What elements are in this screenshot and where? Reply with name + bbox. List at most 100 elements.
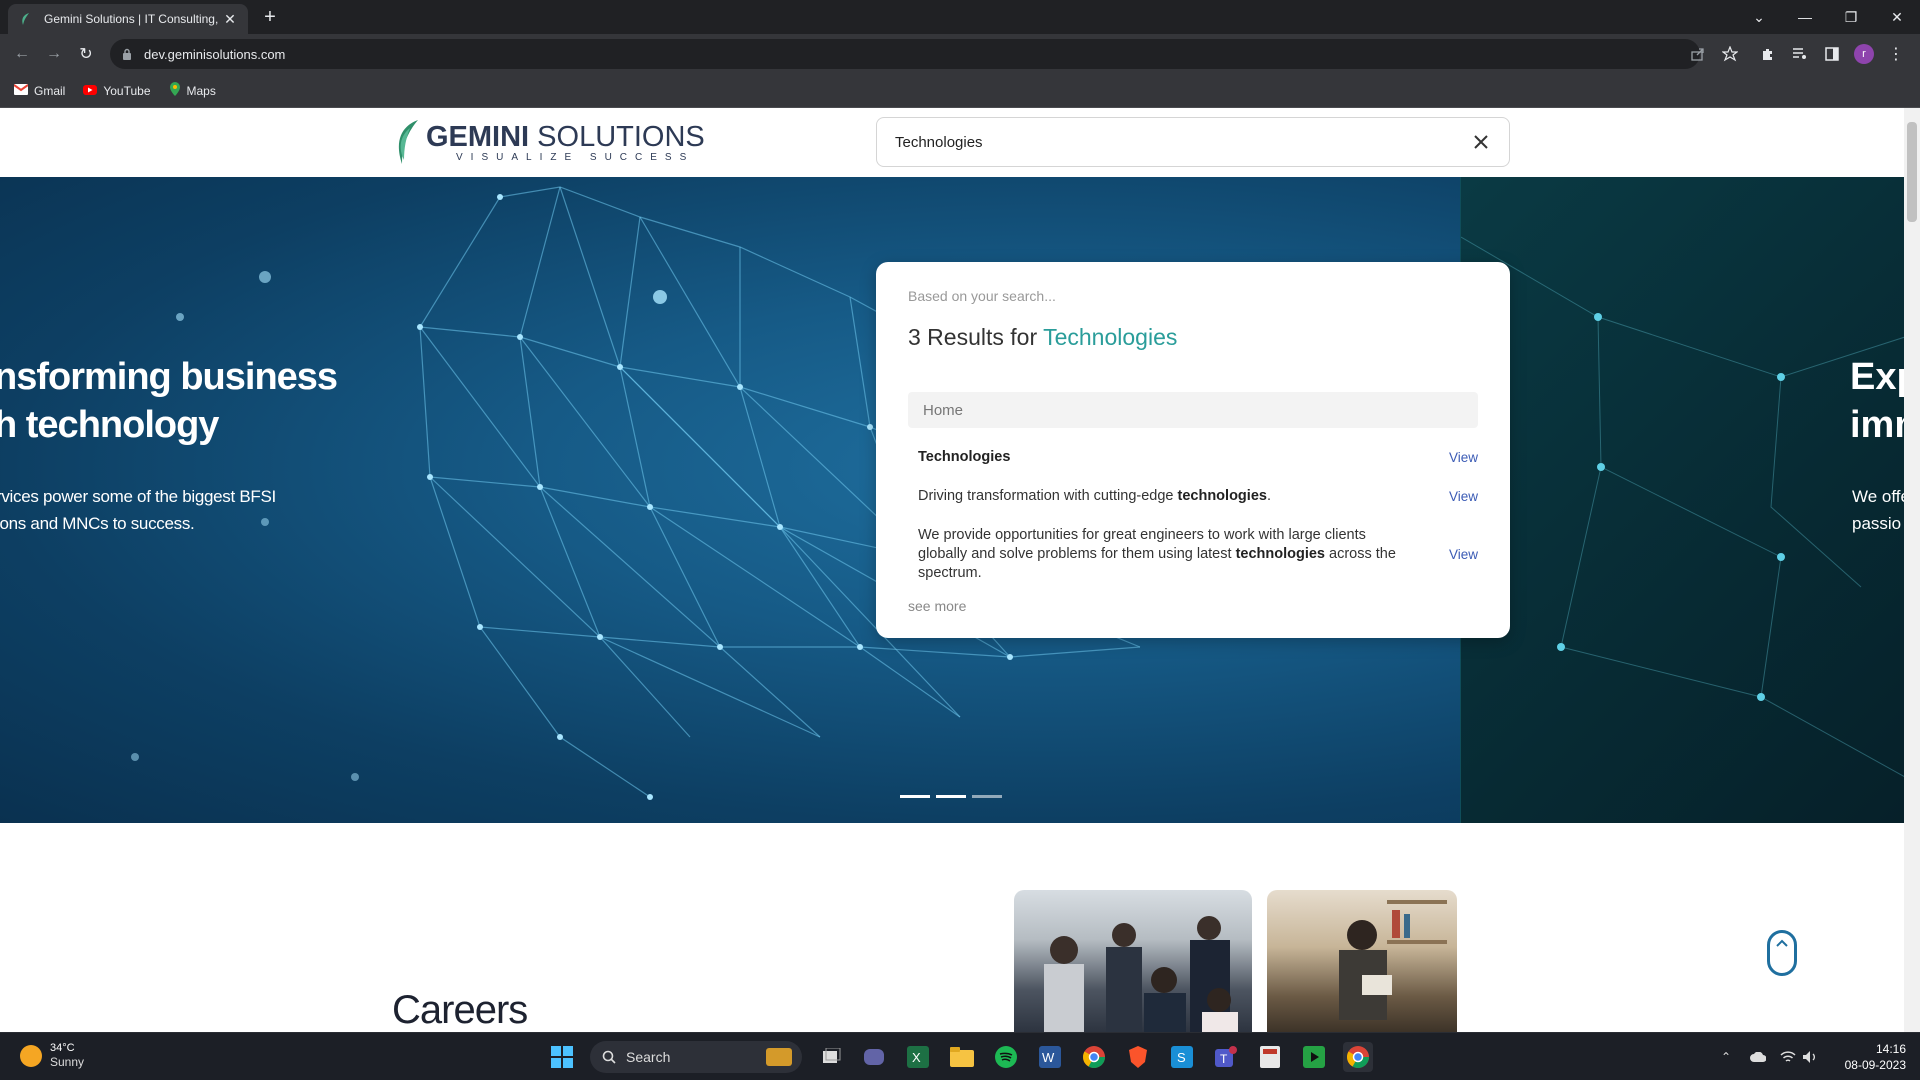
file-explorer-icon[interactable]	[947, 1042, 977, 1072]
result-row[interactable]: Driving transformation with cutting-edge…	[918, 487, 1478, 506]
url-text: dev.geminisolutions.com	[144, 46, 286, 62]
logo-tagline: VISUALIZE SUCCESS	[456, 151, 695, 163]
volume-icon[interactable]	[1800, 1047, 1820, 1067]
close-window-button[interactable]: ✕	[1874, 0, 1920, 34]
brave-icon[interactable]	[1123, 1042, 1153, 1072]
teams-icon[interactable]: T	[1211, 1042, 1241, 1072]
weather-temperature: 34°C	[50, 1042, 75, 1054]
result-text-pre: Driving transformation with cutting-edge	[918, 488, 1178, 504]
svg-text:T: T	[1220, 1052, 1228, 1066]
view-link[interactable]: View	[1438, 487, 1478, 506]
clear-search-icon[interactable]	[1471, 132, 1491, 152]
bookmark-youtube[interactable]: YouTube	[83, 83, 151, 98]
maps-icon	[169, 82, 181, 99]
bookmark-gmail[interactable]: Gmail	[13, 83, 66, 98]
results-search-term: Technologies	[1043, 324, 1178, 350]
sun-icon	[20, 1044, 42, 1067]
extensions-icon[interactable]	[1756, 42, 1780, 66]
system-clock[interactable]: 14:16 08-09-2023	[1826, 1041, 1906, 1073]
next-slide-description: We offe passio	[1852, 483, 1904, 537]
see-more-link[interactable]: see more	[908, 598, 966, 614]
show-hidden-icons-chevron-icon[interactable]: ⌃	[1716, 1047, 1736, 1067]
result-text: Technologies	[918, 448, 1438, 467]
tab-search-icon[interactable]: ⌄	[1736, 0, 1782, 34]
reading-photo-graphic	[1339, 900, 1447, 1020]
profile-avatar[interactable]: r	[1852, 42, 1876, 66]
weather-condition: Sunny	[50, 1055, 85, 1069]
site-search-input[interactable]: Technologies	[876, 117, 1510, 167]
chrome-icon[interactable]	[1079, 1042, 1109, 1072]
results-category-home: Home	[908, 392, 1478, 428]
page-scrollbar[interactable]	[1904, 108, 1920, 1032]
new-tab-button[interactable]: +	[258, 6, 282, 30]
back-arrow-icon[interactable]: ←	[10, 42, 34, 66]
scroll-up-mouse-icon[interactable]	[1767, 930, 1797, 976]
address-bar[interactable]: dev.geminisolutions.com	[110, 39, 1700, 69]
browser-tab[interactable]: Gemini Solutions | IT Consulting, ✕	[8, 4, 248, 34]
bookmark-label: YouTube	[103, 83, 151, 98]
bookmark-star-icon[interactable]	[1718, 42, 1742, 66]
logo-main-text: GEMINI SOLUTIONS	[426, 122, 705, 152]
results-count: 3 Results for Technologies	[908, 324, 1177, 351]
carousel-dot[interactable]	[900, 795, 930, 798]
word-icon[interactable]: W	[1035, 1042, 1065, 1072]
view-link[interactable]: View	[1438, 545, 1478, 564]
onedrive-cloud-icon[interactable]	[1748, 1047, 1768, 1067]
wifi-icon[interactable]	[1778, 1047, 1798, 1067]
browser-toolbar: ← → ↻ dev.geminisolutions.com r ⋮	[0, 34, 1920, 74]
calculator-app-icon[interactable]	[1255, 1042, 1285, 1072]
next-slide-heading: Exp imm	[1850, 353, 1904, 449]
menu-kebab-icon[interactable]: ⋮	[1884, 42, 1908, 66]
bookmarks-bar: Gmail YouTube Maps	[0, 74, 1920, 108]
taskbar-search[interactable]: Search	[590, 1041, 802, 1073]
restore-button[interactable]: ❐	[1828, 0, 1874, 34]
scrollbar-thumb[interactable]	[1907, 122, 1917, 222]
carousel-dot[interactable]	[972, 795, 1002, 798]
weather-widget[interactable]: 34°C Sunny	[20, 1041, 84, 1070]
site-header: GEMINI SOLUTIONS VISUALIZE SUCCESS Techn…	[0, 108, 1904, 177]
results-count-prefix: 3 Results for	[908, 324, 1044, 350]
logo-main-bold: GEMINI	[426, 120, 530, 153]
spotify-icon[interactable]	[991, 1042, 1021, 1072]
minimize-button[interactable]: —	[1782, 0, 1828, 34]
bookmark-maps[interactable]: Maps	[169, 82, 216, 99]
result-text: We provide opportunities for great engin…	[918, 526, 1438, 583]
chrome-active-icon[interactable]	[1343, 1042, 1373, 1072]
next-slide-heading-line: Exp	[1850, 356, 1904, 398]
share-icon[interactable]	[1686, 42, 1710, 66]
youtube-icon	[83, 84, 98, 98]
reload-icon[interactable]: ↻	[74, 42, 98, 66]
result-row[interactable]: We provide opportunities for great engin…	[918, 526, 1478, 583]
forward-arrow-icon[interactable]: →	[42, 42, 66, 66]
carousel-dot[interactable]	[936, 795, 966, 798]
svg-text:X: X	[912, 1050, 921, 1065]
next-slide-heading-line: imm	[1850, 404, 1904, 446]
close-tab-icon[interactable]: ✕	[222, 11, 238, 28]
result-row[interactable]: Technologies View	[918, 448, 1478, 467]
search-query-text: Technologies	[895, 133, 983, 151]
network-lines-graphic	[1460, 236, 1904, 778]
site-favicon-icon	[18, 11, 34, 27]
web-page: nsforming business h technology rvices p…	[0, 108, 1904, 1032]
next-slide-description-line: We offe	[1852, 487, 1904, 506]
hero-description: rvices power some of the biggest BFSI io…	[0, 483, 276, 537]
windows-start-icon[interactable]	[547, 1042, 577, 1072]
teams-chat-icon[interactable]	[859, 1042, 889, 1072]
careers-photo-reading	[1267, 890, 1457, 1032]
excel-icon[interactable]: X	[903, 1042, 933, 1072]
site-logo[interactable]: GEMINI SOLUTIONS VISUALIZE SUCCESS	[392, 118, 705, 166]
svg-text:W: W	[1042, 1050, 1055, 1065]
sway-app-icon[interactable]: S	[1167, 1042, 1197, 1072]
bookmark-label: Gmail	[34, 83, 66, 98]
media-player-icon[interactable]	[1299, 1042, 1329, 1072]
result-text-match: Technologies	[918, 449, 1011, 465]
hero-heading: nsforming business h technology	[0, 353, 338, 449]
browser-tab-strip: Gemini Solutions | IT Consulting, ✕ + ⌄ …	[0, 0, 1920, 34]
profile-initial: r	[1854, 44, 1874, 64]
leaf-logo-icon	[398, 120, 418, 164]
task-view-icon[interactable]	[816, 1042, 846, 1072]
view-link[interactable]: View	[1438, 448, 1478, 467]
side-panel-icon[interactable]	[1820, 42, 1844, 66]
media-queue-icon[interactable]	[1788, 42, 1812, 66]
hero-next-slide	[1460, 177, 1904, 823]
